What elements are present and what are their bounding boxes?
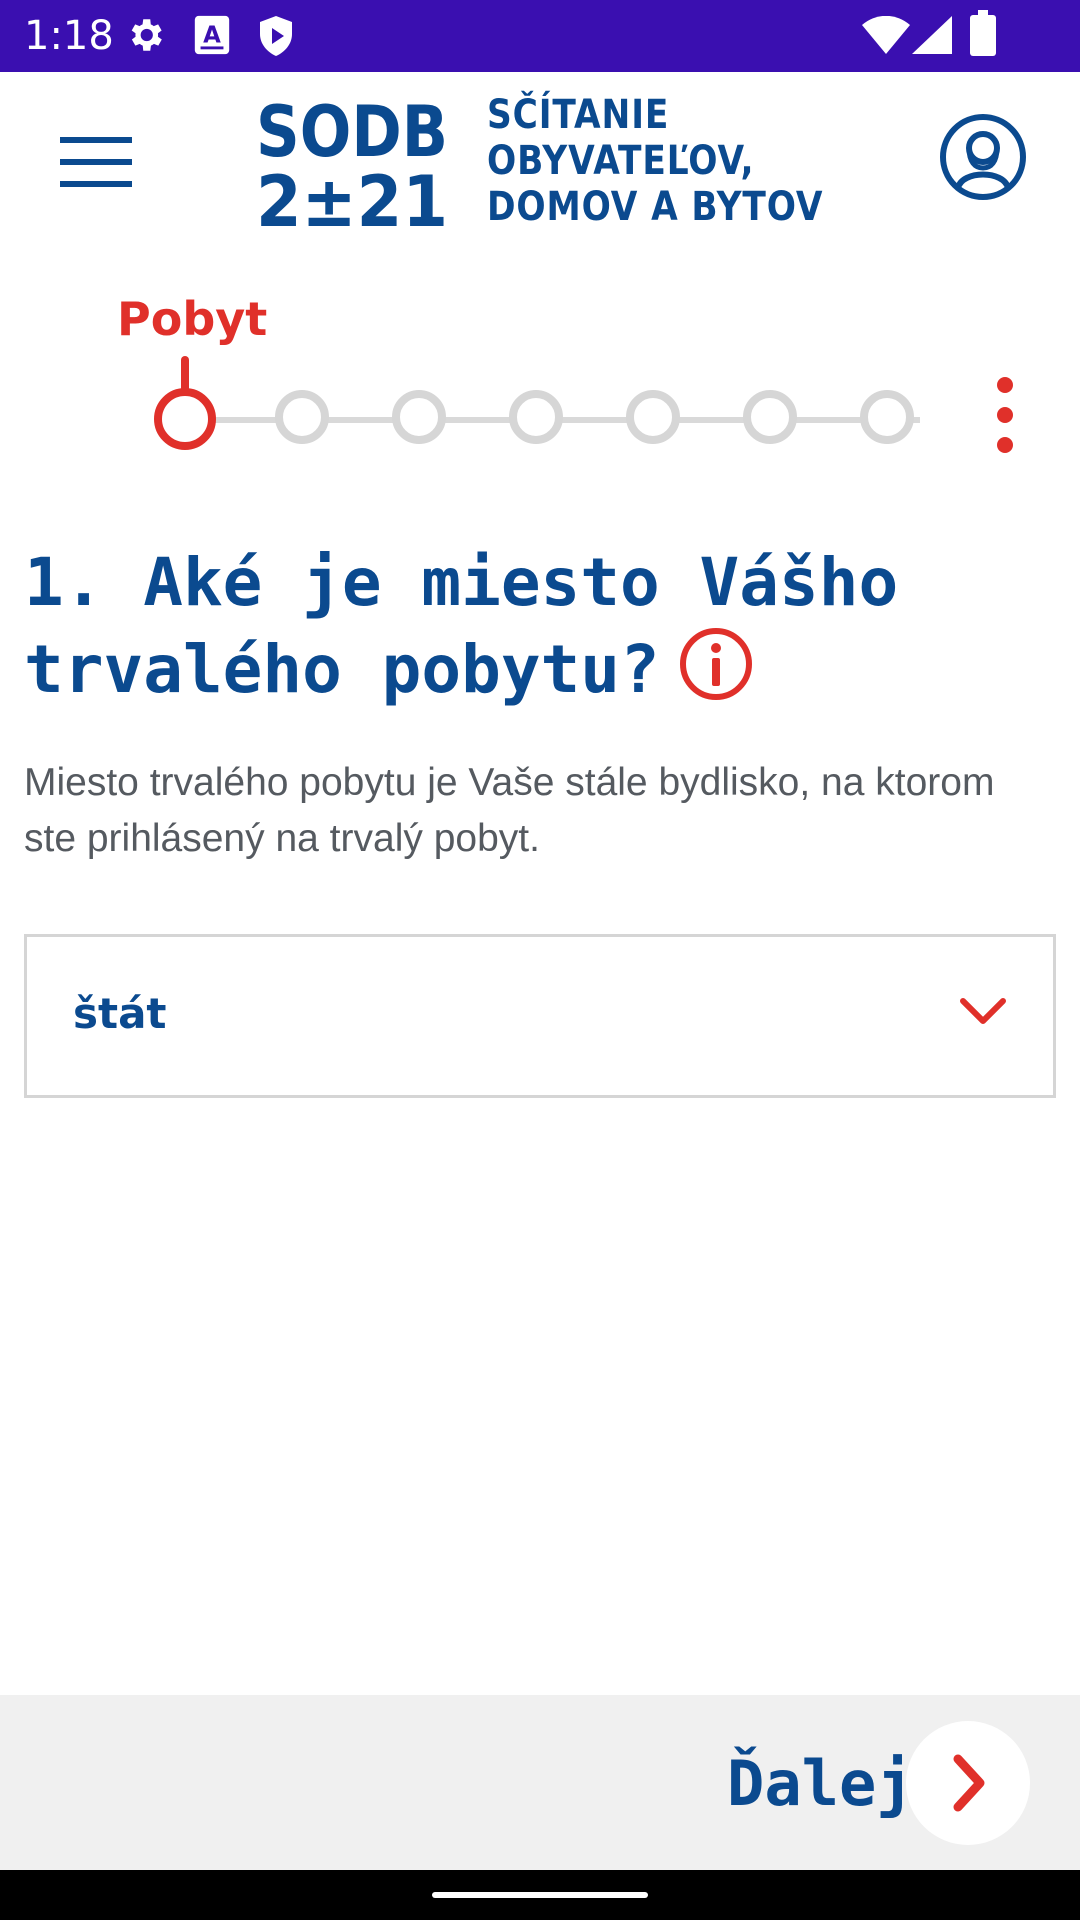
hamburger-menu-icon[interactable] — [52, 127, 138, 197]
progress-stepper: Pobyt — [0, 252, 1080, 462]
step-current-label: Pobyt — [117, 292, 268, 346]
next-label[interactable]: Ďalej — [727, 1747, 914, 1820]
question-description: Miesto trvalého pobytu je Vaše stále byd… — [24, 761, 995, 860]
info-circle-icon[interactable] — [678, 626, 754, 702]
home-indicator[interactable] — [432, 1892, 648, 1898]
step-7[interactable] — [860, 390, 914, 444]
chevron-right-icon — [953, 1754, 985, 1812]
chevron-down-icon — [959, 997, 1007, 1027]
step-1[interactable] — [154, 388, 216, 450]
cellular-signal-icon — [912, 16, 952, 59]
logo-text-line: OBYVATEĽOV, — [487, 138, 755, 184]
step-3[interactable] — [392, 390, 446, 444]
step-6[interactable] — [743, 390, 797, 444]
wifi-icon — [862, 15, 910, 59]
question-title-block: 1. Aké je miesto Vášho trvalého pobytu? — [24, 540, 1064, 713]
logo-text: SČÍTANIE OBYVATEĽOV, DOMOV A BYTOV — [487, 92, 847, 230]
footer-bar: Ďalej — [0, 1695, 1080, 1870]
more-vertical-icon[interactable] — [985, 377, 1025, 467]
step-4[interactable] — [509, 390, 563, 444]
next-button[interactable] — [906, 1721, 1030, 1845]
sodb-logo-mark: SODB 2±21 — [256, 91, 456, 243]
status-time: 1:18 — [24, 13, 114, 59]
app-header: SODB 2±21 SČÍTANIE OBYVATEĽOV, DOMOV A B… — [0, 72, 1080, 252]
logo-text-line: DOMOV A BYTOV — [487, 184, 824, 230]
user-profile-icon[interactable] — [938, 112, 1028, 202]
settings-icon — [124, 14, 166, 61]
system-navigation-bar — [0, 1870, 1080, 1920]
logo-text-line: SČÍTANIE — [487, 92, 670, 138]
country-select[interactable]: štát — [24, 934, 1056, 1098]
svg-text:A: A — [203, 23, 221, 49]
question-title: 1. Aké je miesto Vášho trvalého pobytu? — [24, 544, 899, 708]
step-5[interactable] — [626, 390, 680, 444]
accessibility-text-icon: A — [192, 14, 232, 61]
logo-mark-line2: 2±21 — [256, 161, 448, 234]
status-bar: 1:18 A — [0, 0, 1080, 72]
step-2[interactable] — [275, 390, 329, 444]
battery-icon — [970, 10, 996, 61]
shield-play-icon — [256, 14, 296, 63]
select-value: štát — [73, 989, 167, 1038]
